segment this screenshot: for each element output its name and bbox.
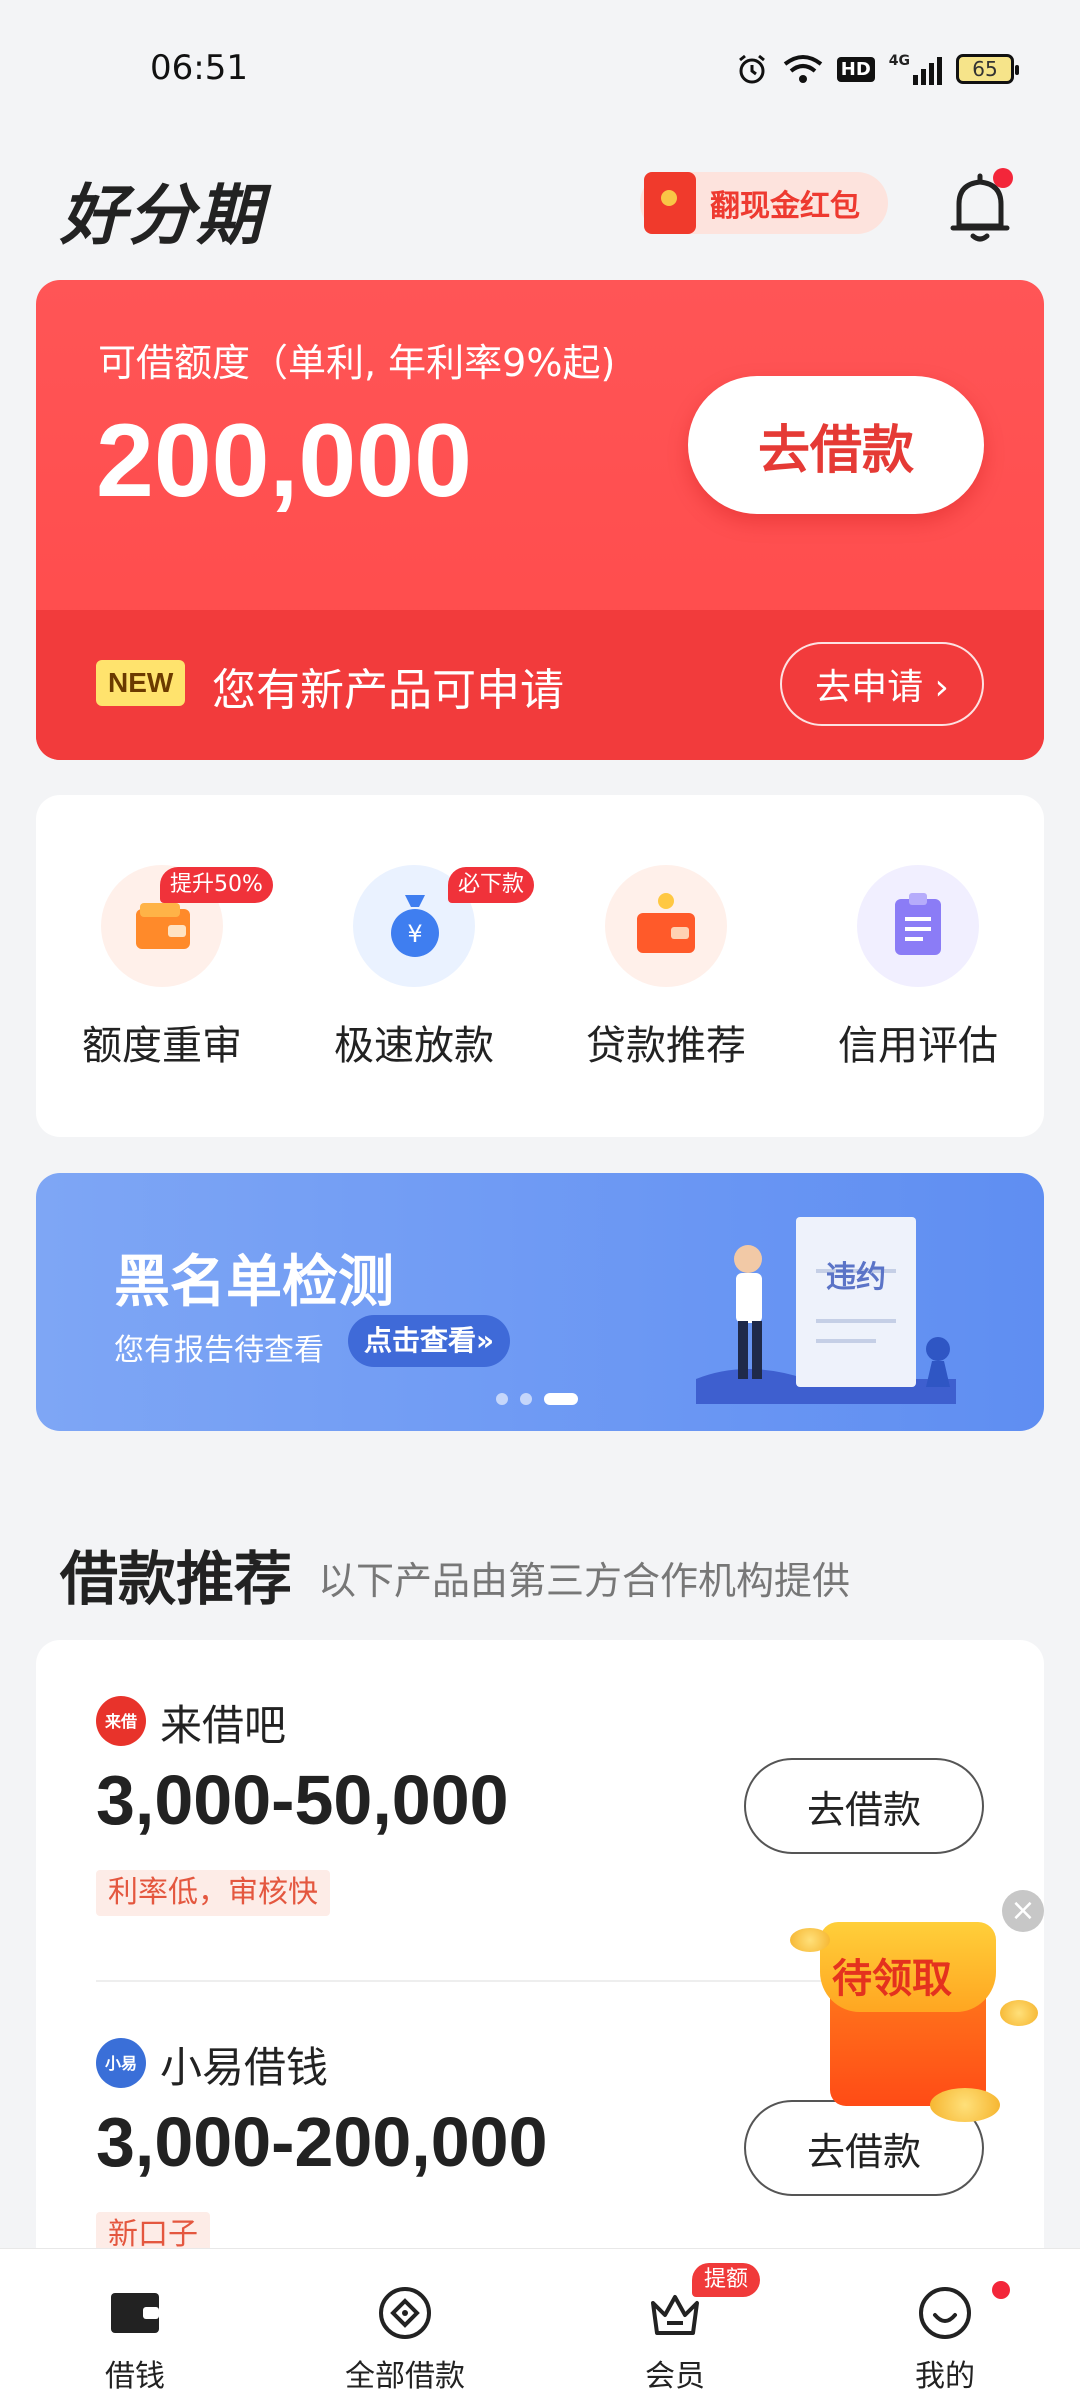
- floating-packet-label: 待领取: [832, 1956, 952, 2002]
- alarm-icon: [738, 54, 765, 84]
- app-header: 好分期 翻现金红包: [0, 140, 1080, 270]
- product-borrow-button[interactable]: 去借款: [744, 1758, 984, 1854]
- coin-icon: [790, 1928, 830, 1952]
- notification-button[interactable]: [945, 168, 1015, 248]
- coin-icon: [1000, 2000, 1038, 2026]
- notification-dot: [993, 168, 1013, 188]
- tab-label: 全部借款: [345, 2359, 465, 2394]
- banner-illustration: 违约: [696, 1217, 956, 1404]
- shortcut-loan-recommend[interactable]: 贷款推荐: [540, 865, 792, 1085]
- red-packet-button[interactable]: 翻现金红包: [640, 172, 888, 234]
- product-logo: 小易: [96, 2038, 146, 2088]
- credit-caption: 可借额度（单利, 年利率9%起): [98, 341, 616, 385]
- red-packet-icon: [644, 172, 696, 234]
- hd-icon: HD: [836, 56, 875, 82]
- shortcut-label: 贷款推荐: [586, 1023, 746, 1069]
- bottom-tab-bar: 借钱 全部借款 提额 会员 我的: [0, 2248, 1080, 2400]
- coin-icon: [930, 2088, 1000, 2122]
- banner-pagination: [496, 1393, 578, 1405]
- tab-label: 会员: [645, 2359, 705, 2394]
- product-logo: 来借: [96, 1696, 146, 1746]
- section-title: 借款推荐: [60, 1545, 293, 1613]
- credit-limit-card: 可借额度（单利, 年利率9%起) 200,000 去借款 NEW 您有新产品可申…: [36, 280, 1044, 760]
- product-logo-text: 来借: [104, 1712, 137, 1731]
- product-logo-text: 小易: [104, 2054, 137, 2073]
- shortcut-fast-loan[interactable]: ¥ 必下款 极速放款: [288, 865, 540, 1085]
- new-product-bar: NEW 您有新产品可申请 去申请 ›: [36, 610, 1044, 760]
- product-name: 来借吧: [160, 1701, 287, 1750]
- shortcut-grid: 提升50% 额度重审 ¥ 必下款 极速放款 贷款推荐 信用评估: [36, 795, 1044, 1137]
- red-packet-label: 翻现金红包: [710, 189, 860, 224]
- borrow-button[interactable]: 去借款: [688, 376, 984, 514]
- tab-label: 我的: [915, 2359, 975, 2394]
- product-name: 小易借钱: [160, 2043, 329, 2092]
- smile-icon: [919, 2287, 971, 2339]
- clipboard-icon: [857, 865, 979, 987]
- tab-member[interactable]: 提额 会员: [540, 2249, 810, 2400]
- close-icon[interactable]: ×: [1002, 1890, 1044, 1932]
- new-product-text: 您有新产品可申请: [212, 665, 564, 716]
- wallet-tab-icon: [111, 2293, 159, 2333]
- tab-mine[interactable]: 我的: [810, 2249, 1080, 2400]
- tab-red-dot: [992, 2281, 1010, 2299]
- shortcut-label: 额度重审: [82, 1023, 242, 1069]
- wifi-icon: [783, 55, 822, 83]
- credit-amount: 200,000: [96, 403, 472, 519]
- apply-button[interactable]: 去申请 ›: [780, 642, 984, 726]
- status-bar: 06:51 HD 4G 65: [0, 0, 1080, 140]
- battery-icon: 65: [956, 54, 1019, 84]
- compass-icon: [379, 2287, 431, 2339]
- new-badge: NEW: [96, 660, 186, 706]
- tab-borrow[interactable]: 借钱: [0, 2249, 270, 2400]
- shortcut-tag: 必下款: [448, 867, 535, 903]
- banner-title: 黑名单检测: [114, 1250, 394, 1315]
- banner-subtitle: 您有报告待查看: [114, 1333, 324, 1368]
- status-icons: HD 4G 65: [735, 52, 1019, 86]
- section-subtitle: 以下产品由第三方合作机构提供: [318, 1559, 851, 1603]
- shortcut-label: 极速放款: [334, 1023, 494, 1069]
- product-tag: 利率低，审核快: [96, 1870, 330, 1916]
- shortcut-limit-review[interactable]: 提升50% 额度重审: [36, 865, 288, 1085]
- tab-all-loans[interactable]: 全部借款: [270, 2249, 540, 2400]
- product-range: 3,000-50,000: [96, 1761, 509, 1839]
- product-range: 3,000-200,000: [96, 2103, 548, 2181]
- network-type: 4G: [888, 53, 910, 69]
- signal-icon: 4G: [889, 53, 942, 85]
- shortcut-label: 信用评估: [838, 1023, 998, 1069]
- tab-badge: 提额: [692, 2263, 761, 2297]
- shortcut-credit-eval[interactable]: 信用评估: [792, 865, 1044, 1085]
- svg-text:¥: ¥: [407, 920, 422, 948]
- shortcut-tag: 提升50%: [160, 867, 273, 903]
- tab-label: 借钱: [105, 2359, 165, 2394]
- banner-doc-stamp: 违约: [826, 1260, 886, 1295]
- floating-red-packet[interactable]: 待领取: [790, 1888, 1040, 2128]
- blacklist-banner[interactable]: 黑名单检测 您有报告待查看 点击查看» 违约: [36, 1173, 1044, 1431]
- banner-view-button[interactable]: 点击查看»: [348, 1315, 511, 1367]
- app-logo: 好分期: [60, 176, 264, 254]
- card-wallet-icon: [605, 865, 727, 987]
- status-time: 06:51: [150, 48, 248, 88]
